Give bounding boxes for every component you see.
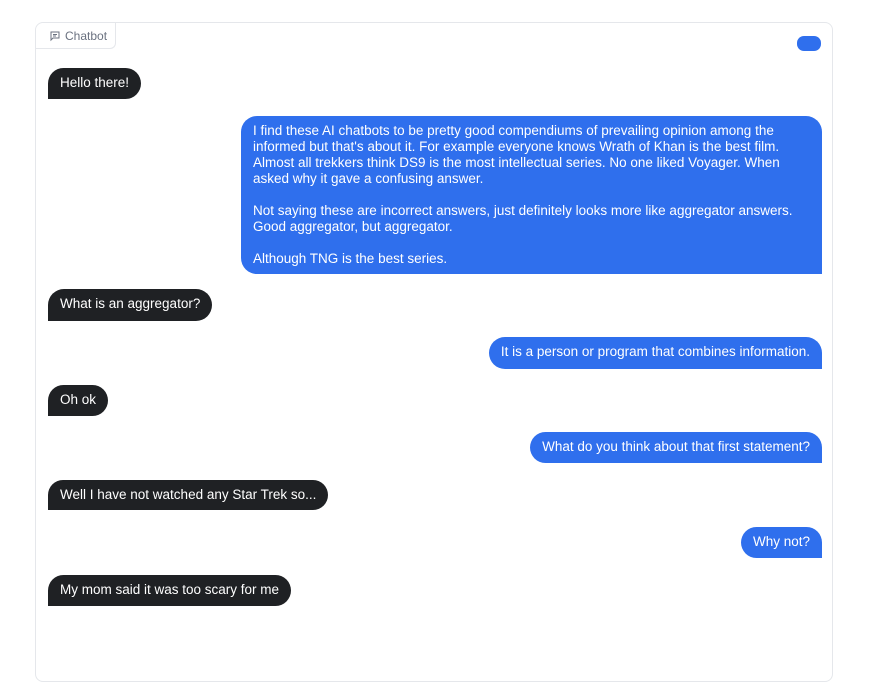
user-message: I find these AI chatbots to be pretty go… [241, 116, 822, 274]
bot-message: My mom said it was too scary for me [48, 575, 292, 606]
bot-message: Oh ok [48, 385, 109, 416]
message-indicator [797, 36, 821, 51]
user-message: What do you think about that first state… [530, 432, 822, 463]
chat-icon [49, 30, 61, 42]
message-row: Why not? [48, 527, 822, 558]
message-row: My mom said it was too scary for me [48, 575, 822, 606]
bot-message: What is an aggregator? [48, 289, 213, 321]
message-row: I find these AI chatbots to be pretty go… [48, 116, 822, 274]
message-row: Oh ok [48, 385, 822, 416]
message-thread: Hello there! I find these AI chatbots to… [48, 68, 822, 606]
message-row: What is an aggregator? [48, 289, 822, 321]
message-row: It is a person or program that combines … [48, 337, 822, 369]
chatbot-label: Chatbot [36, 23, 117, 49]
message-row: Well I have not watched any Star Trek so… [48, 480, 822, 510]
message-row: Hello there! [48, 68, 822, 99]
user-message: Why not? [740, 527, 822, 558]
bot-message: Well I have not watched any Star Trek so… [48, 480, 329, 510]
message-row: What do you think about that first state… [48, 432, 822, 463]
chatbot-label-text: Chatbot [65, 28, 108, 43]
user-message: It is a person or program that combines … [488, 337, 822, 369]
chatbot-panel: Chatbot Hello there! I find these AI cha… [35, 22, 833, 682]
bot-message: Hello there! [48, 68, 142, 99]
